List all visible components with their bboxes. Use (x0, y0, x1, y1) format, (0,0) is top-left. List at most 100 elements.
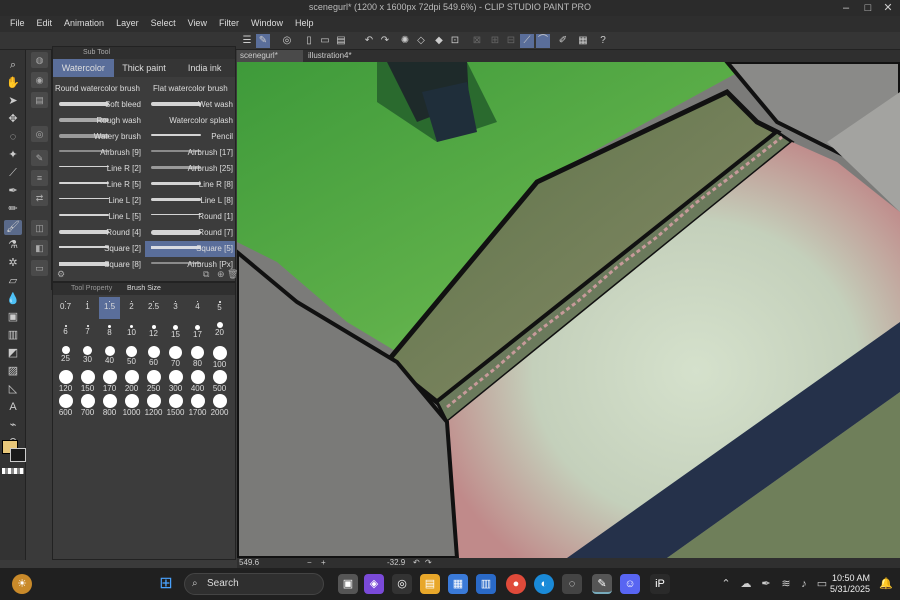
menu-edit[interactable]: Edit (31, 16, 59, 32)
auto-select-icon[interactable]: ✦ (4, 148, 22, 163)
task-view-icon[interactable]: ▣ (338, 574, 358, 594)
brush-icon[interactable]: 🖌 (4, 220, 22, 235)
group-icon[interactable]: ◉ (31, 72, 48, 88)
app-icon[interactable]: ◎ (392, 574, 412, 594)
lasso-icon[interactable]: ◌ (4, 130, 22, 145)
group-icon[interactable]: ✎ (31, 150, 48, 166)
brush-item[interactable]: Line L [8] (145, 193, 235, 209)
brush-size-option[interactable]: 0.7 (55, 297, 76, 319)
chrome-icon[interactable]: ● (506, 574, 526, 594)
brush-item[interactable]: Pencil (145, 129, 235, 145)
zoom-value[interactable]: 549.6 (239, 558, 259, 567)
brush-size-option[interactable]: 1500 (165, 393, 186, 417)
menu-select[interactable]: Select (145, 16, 182, 32)
clip-studio-icon[interactable]: ◌ (562, 574, 582, 594)
redo-icon[interactable]: ↷ (378, 34, 392, 48)
brush-size-option[interactable]: 1700 (187, 393, 208, 417)
brush-size-option[interactable]: 6 (55, 321, 76, 343)
zoom-in-icon[interactable]: + (321, 558, 326, 567)
brush-size-option[interactable]: 10 (121, 321, 142, 343)
fill-icon[interactable]: ◆ (432, 34, 446, 48)
snap-special-icon[interactable]: ⌒ (536, 34, 550, 48)
brush-size-option[interactable]: 12 (143, 321, 164, 343)
color-indicator[interactable] (2, 440, 28, 480)
brush-size-option[interactable]: 17 (187, 321, 208, 343)
layer-mode-icon[interactable]: ▦ (576, 34, 590, 48)
start-icon[interactable]: ⊞ (156, 574, 176, 594)
erase-icon[interactable]: ◇ (414, 34, 428, 48)
clip-studio-paint-icon[interactable]: ✎ (592, 574, 612, 594)
eyedropper-icon[interactable]: ⟋ (4, 166, 22, 181)
copy-sub-tool-icon[interactable]: ⧉ (203, 269, 209, 280)
brush-item[interactable]: Line L [5] (53, 209, 143, 225)
brush-size-option[interactable]: 40 (99, 345, 120, 367)
menu-window[interactable]: Window (245, 16, 289, 32)
brush-item[interactable]: Rough wash (53, 113, 143, 129)
menu-icon[interactable]: ☰ (240, 34, 254, 48)
tab-brush-size[interactable]: Brush Size (127, 283, 161, 295)
brush-size-option[interactable]: 3 (165, 297, 186, 319)
brush-size-option[interactable]: 700 (77, 393, 98, 417)
figure-icon[interactable]: ◩ (4, 346, 22, 361)
rotate-right-icon[interactable]: ↷ (425, 558, 432, 567)
group-icon[interactable]: ≡ (31, 170, 48, 186)
brush-size-option[interactable]: 70 (165, 345, 186, 368)
brush-size-option[interactable]: 2 (121, 297, 142, 319)
group-icon[interactable]: ◍ (31, 52, 48, 68)
brush-item[interactable]: Line L [2] (53, 193, 143, 209)
sub-color-swatch[interactable] (10, 448, 26, 462)
help-icon[interactable]: ? (596, 34, 610, 48)
brush-size-option[interactable]: 1000 (121, 393, 142, 417)
store-icon[interactable]: ▦ (448, 574, 468, 594)
brush-item[interactable]: Square [8] (53, 257, 143, 273)
rotation-value[interactable]: -32.9 (387, 558, 405, 567)
move-layer-icon[interactable]: ✥ (4, 112, 22, 127)
brush-size-option[interactable]: 150 (77, 369, 98, 393)
tab-india-ink[interactable]: India ink (174, 59, 235, 77)
group-icon[interactable]: ◫ (31, 220, 48, 236)
brush-size-option[interactable]: 600 (55, 393, 76, 417)
brush-item[interactable]: Flat watercolor brush (145, 81, 237, 97)
zoom-out-icon[interactable]: − (307, 558, 312, 567)
wifi-icon[interactable]: ≋ (776, 574, 796, 594)
brush-item-selected[interactable]: Square [5] (145, 241, 235, 257)
group-icon[interactable]: ◧ (31, 240, 48, 256)
group-icon[interactable]: ⇄ (31, 190, 48, 206)
weather-widget-icon[interactable]: ☀ (12, 574, 32, 594)
tab-thick-paint[interactable]: Thick paint (114, 59, 175, 77)
blend-icon[interactable]: 💧 (4, 292, 22, 307)
brush-size-option[interactable]: 20 (209, 321, 230, 343)
zoom-icon[interactable]: ⌕ (4, 58, 22, 73)
add-sub-tool-icon[interactable]: ⊕ (217, 269, 225, 280)
brush-size-option[interactable]: 1 (77, 297, 98, 319)
copilot-icon[interactable]: ◈ (364, 574, 384, 594)
transparent-swatch[interactable] (2, 468, 24, 474)
menu-file[interactable]: File (4, 16, 31, 32)
pencil-icon[interactable]: ✏ (4, 202, 22, 217)
brush-item[interactable]: Watercolor splash (145, 113, 235, 129)
brush-size-option[interactable]: 25 (55, 345, 76, 367)
brush-size-option[interactable]: 800 (99, 393, 120, 417)
tab-tool-property[interactable]: Tool Property (71, 283, 112, 295)
brush-item[interactable]: Airbrush [25] (145, 161, 235, 177)
deselect-icon[interactable]: ⊟ (504, 34, 518, 48)
menu-animation[interactable]: Animation (58, 16, 110, 32)
brush-size-option[interactable]: 250 (143, 369, 164, 393)
brush-size-option[interactable]: 80 (187, 345, 208, 368)
menu-help[interactable]: Help (289, 16, 320, 32)
brush-item[interactable]: Line R [2] (53, 161, 143, 177)
brush-item[interactable]: Round [1] (145, 209, 235, 225)
drawing-canvas[interactable] (237, 62, 900, 558)
ruler-icon[interactable]: ◺ (4, 382, 22, 397)
pen-icon[interactable]: ✒ (4, 184, 22, 199)
brush-size-option[interactable]: 120 (55, 369, 76, 393)
brush-size-option[interactable]: 8 (99, 321, 120, 343)
text-icon[interactable]: A (4, 400, 22, 415)
notification-icon[interactable]: 🔔 (876, 574, 896, 594)
menu-filter[interactable]: Filter (213, 16, 245, 32)
minimize-button[interactable]: – (836, 0, 856, 16)
brush-size-option[interactable]: 200 (121, 369, 142, 393)
pen-mode-icon[interactable]: ✎ (256, 34, 270, 48)
brush-item[interactable]: Watery brush (53, 129, 143, 145)
brush-size-option[interactable]: 5 (209, 297, 230, 319)
